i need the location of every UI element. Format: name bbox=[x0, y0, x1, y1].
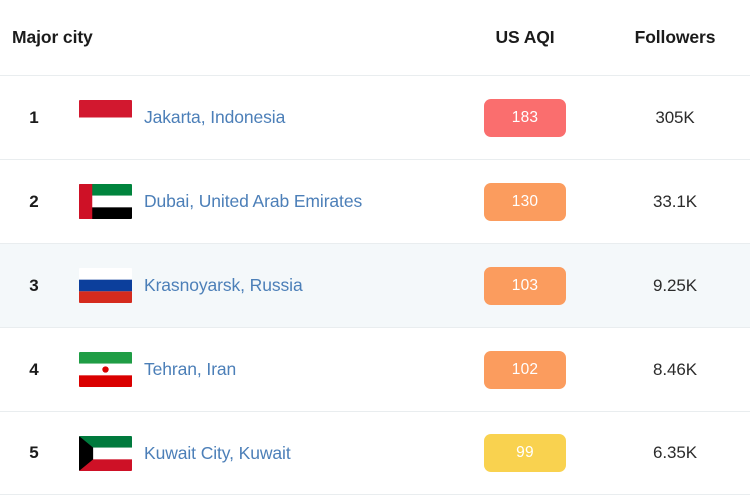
followers-count: 6.35K bbox=[653, 443, 697, 462]
flag-kuwait-icon bbox=[66, 435, 144, 471]
followers-count: 9.25K bbox=[653, 275, 697, 295]
followers-count: 305K bbox=[655, 107, 695, 127]
aqi-badge: 102 bbox=[484, 350, 566, 389]
table-row[interactable]: 3 Krasnoyarsk, Russia 103 9.25K bbox=[0, 243, 750, 327]
flag-russia-icon bbox=[66, 268, 144, 303]
table-header-row: Major city US AQI Followers bbox=[0, 0, 750, 75]
followers-count: 33.1K bbox=[653, 191, 697, 211]
aqi-badge: 130 bbox=[484, 182, 566, 221]
city-link[interactable]: Kuwait City, Kuwait bbox=[144, 443, 450, 464]
flag-united-arab-emirates-icon bbox=[66, 184, 144, 219]
rank-number: 2 bbox=[29, 191, 39, 211]
rank-number: 3 bbox=[29, 275, 39, 295]
column-header-major-city: Major city bbox=[12, 27, 93, 47]
flag-iran-icon bbox=[66, 352, 144, 387]
rank-number: 4 bbox=[29, 359, 39, 379]
followers-count: 8.46K bbox=[653, 359, 697, 379]
rank-number: 5 bbox=[29, 443, 39, 462]
aqi-badge: 183 bbox=[484, 98, 566, 137]
table-row[interactable]: 2 Dubai, United Arab Emirates 130 33.1K bbox=[0, 159, 750, 243]
table-row[interactable]: 5 Kuwait City, Kuwait 99 6.35K bbox=[0, 411, 750, 495]
aqi-cell: 102 bbox=[450, 350, 600, 389]
city-ranking-table: Major city US AQI Followers 1 Jakarta, In… bbox=[0, 0, 750, 500]
aqi-cell: 103 bbox=[450, 266, 600, 305]
city-link[interactable]: Tehran, Iran bbox=[144, 359, 450, 380]
table-row[interactable]: 4 Tehran, Iran 102 8.46K bbox=[0, 327, 750, 411]
flag-indonesia-icon bbox=[66, 100, 144, 135]
aqi-cell: 99 bbox=[450, 434, 600, 472]
city-link[interactable]: Krasnoyarsk, Russia bbox=[144, 275, 450, 296]
aqi-cell: 130 bbox=[450, 182, 600, 221]
column-header-us-aqi: US AQI bbox=[495, 27, 555, 47]
city-link[interactable]: Jakarta, Indonesia bbox=[144, 107, 450, 128]
rank-number: 1 bbox=[29, 107, 39, 127]
aqi-cell: 183 bbox=[450, 98, 600, 137]
aqi-badge: 103 bbox=[484, 266, 566, 305]
aqi-badge: 99 bbox=[484, 434, 566, 472]
table-body: 1 Jakarta, Indonesia 183 305K 2 Dubai, United… bbox=[0, 75, 750, 500]
city-link[interactable]: Dubai, United Arab Emirates bbox=[144, 191, 450, 212]
table-row[interactable]: 1 Jakarta, Indonesia 183 305K bbox=[0, 75, 750, 159]
column-header-followers: Followers bbox=[634, 27, 716, 47]
